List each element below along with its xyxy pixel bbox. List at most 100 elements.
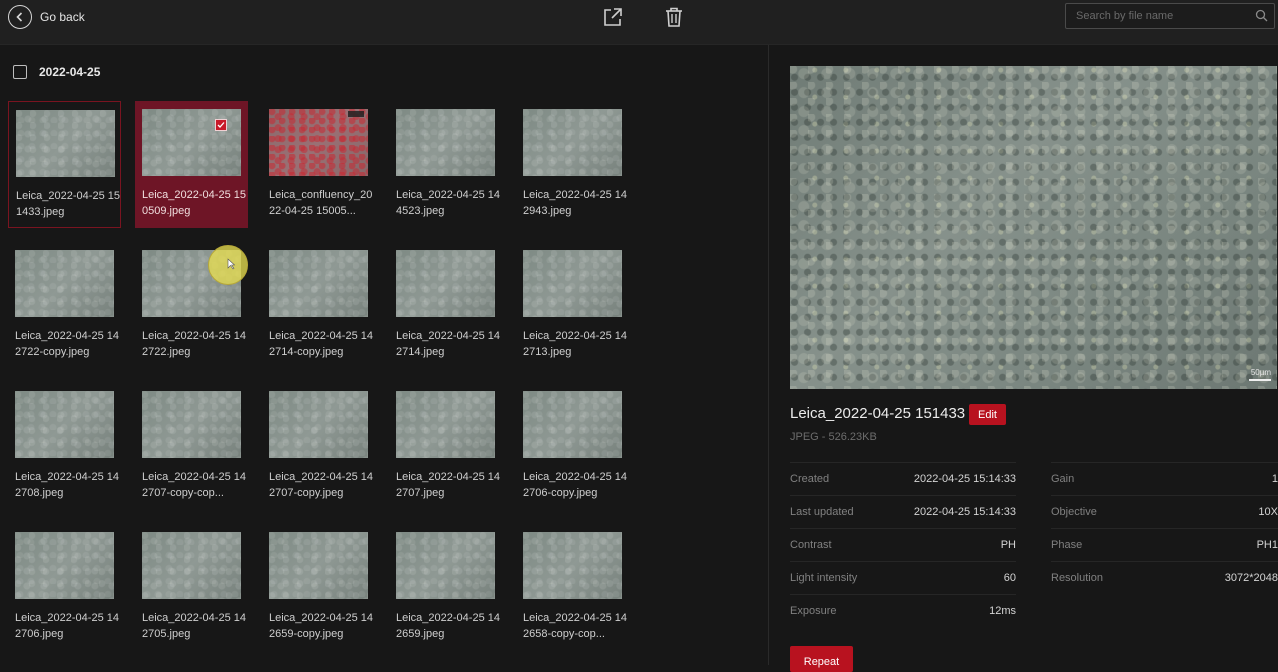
thumbnail-image	[16, 110, 115, 177]
property-row: Contrast PH	[790, 528, 1016, 561]
thumbnail-tile[interactable]: Leica_2022-04-25 142708.jpeg	[8, 383, 121, 510]
thumbnail-badge	[348, 111, 364, 117]
search-input[interactable]	[1066, 4, 1266, 28]
thumbnail-filename: Leica_2022-04-25 144523.jpeg	[396, 189, 500, 217]
thumbnail-image	[396, 109, 495, 176]
repeat-button[interactable]: Repeat	[790, 646, 853, 672]
tile-checkbox-checked[interactable]	[215, 119, 227, 131]
thumbnail-tile[interactable]: Leica_2022-04-25 142943.jpeg	[516, 101, 629, 228]
property-row: Last updated 2022-04-25 15:14:33	[790, 495, 1016, 528]
thumbnail-image	[142, 391, 241, 458]
thumbnail-filename: Leica_2022-04-25 142707.jpeg	[396, 471, 500, 499]
thumbnail-tile[interactable]: Leica_2022-04-25 144523.jpeg	[389, 101, 502, 228]
thumbnail-filename: Leica_2022-04-25 142707-copy-cop...	[142, 471, 246, 499]
date-group-label: 2022-04-25	[39, 65, 101, 79]
thumbnail-tile[interactable]: Leica_2022-04-25 142658-copy-cop...	[516, 524, 629, 651]
thumbnail-filename: Leica_confluency_2022-04-25 15005...	[269, 189, 373, 217]
property-key: Exposure	[790, 605, 837, 617]
property-row: Gain 1	[1051, 462, 1278, 495]
go-back-button[interactable]: Go back	[8, 4, 85, 30]
thumbnail-grid: Leica_2022-04-25 151433.jpeg Leica_2022-0…	[8, 101, 628, 661]
thumbnail-filename: Leica_2022-04-25 142707-copy.jpeg	[269, 471, 373, 499]
thumbnail-image	[396, 250, 495, 317]
thumbnail-filename: Leica_2022-04-25 142705.jpeg	[142, 612, 246, 640]
property-value: 2022-04-25 15:14:33	[913, 506, 1016, 518]
image-preview[interactable]: 50µm	[790, 66, 1277, 389]
search-box	[1065, 3, 1275, 29]
thumbnail-filename: Leica_2022-04-25 142659-copy.jpeg	[269, 612, 373, 640]
property-value: 1	[1271, 473, 1278, 485]
property-value: 3072*2048	[1224, 572, 1278, 584]
thumbnail-image	[269, 250, 368, 317]
thumbnail-filename: Leica_2022-04-25 142943.jpeg	[523, 189, 627, 217]
property-key: Light intensity	[790, 572, 858, 584]
thumbnail-filename: Leica_2022-04-25 142722-copy.jpeg	[15, 330, 119, 358]
thumbnail-tile[interactable]: Leica_2022-04-25 142707-copy.jpeg	[262, 383, 375, 510]
property-key: Objective	[1051, 506, 1097, 518]
scale-label: 50µm	[1250, 368, 1271, 377]
thumbnail-image	[396, 532, 495, 599]
property-row: Light intensity 60	[790, 561, 1016, 594]
scale-bar	[1249, 379, 1271, 381]
back-arrow-icon	[8, 5, 32, 29]
trash-icon[interactable]	[663, 6, 685, 28]
thumbnail-image	[523, 109, 622, 176]
property-row: Phase PH1	[1051, 528, 1278, 561]
property-row: Exposure 12ms	[790, 594, 1016, 627]
thumbnail-tile[interactable]: Leica_2022-04-25 142706-copy.jpeg	[516, 383, 629, 510]
thumbnail-tile[interactable]: Leica_2022-04-25 142706.jpeg	[8, 524, 121, 651]
thumbnail-image	[15, 250, 114, 317]
search-icon[interactable]	[1255, 9, 1268, 27]
property-key: Resolution	[1051, 572, 1103, 584]
thumbnail-filename: Leica_2022-04-25 142708.jpeg	[15, 471, 119, 499]
thumbnail-image	[15, 532, 114, 599]
thumbnail-tile[interactable]: Leica_2022-04-25 142714.jpeg	[389, 242, 502, 369]
property-value: 10X	[1258, 506, 1278, 518]
thumbnail-tile[interactable]: Leica_2022-04-25 142707.jpeg	[389, 383, 502, 510]
export-icon[interactable]	[602, 6, 624, 28]
thumbnail-tile[interactable]: Leica_2022-04-25 142705.jpeg	[135, 524, 248, 651]
property-key: Contrast	[790, 539, 832, 551]
thumbnail-filename: Leica_2022-04-25 151433.jpeg	[16, 190, 120, 218]
property-value: PH	[1000, 539, 1016, 551]
go-back-label: Go back	[40, 10, 85, 24]
thumbnail-filename: Leica_2022-04-25 142714-copy.jpeg	[269, 330, 373, 358]
property-row: Resolution 3072*2048	[1051, 561, 1278, 594]
thumbnail-tile[interactable]: Leica_2022-04-25 142659.jpeg	[389, 524, 502, 651]
thumbnail-image	[269, 532, 368, 599]
thumbnail-filename: Leica_2022-04-25 142706.jpeg	[15, 612, 119, 640]
thumbnail-filename: Leica_2022-04-25 142659.jpeg	[396, 612, 500, 640]
property-key: Created	[790, 473, 830, 485]
thumbnail-filename: Leica_2022-04-25 142714.jpeg	[396, 330, 500, 358]
thumbnail-image	[396, 391, 495, 458]
top-bar: Go back	[0, 0, 1278, 45]
property-value: PH1	[1256, 539, 1278, 551]
thumbnail-image	[269, 109, 368, 176]
thumbnail-tile[interactable]: Leica_2022-04-25 142714-copy.jpeg	[262, 242, 375, 369]
thumbnail-image	[15, 391, 114, 458]
property-row: Objective 10X	[1051, 495, 1278, 528]
property-value: 60	[1003, 572, 1016, 584]
thumbnail-image	[142, 532, 241, 599]
property-value: 2022-04-25 15:14:33	[913, 473, 1016, 485]
thumbnail-tile[interactable]: Leica_2022-04-25 142722-copy.jpeg	[8, 242, 121, 369]
mouse-pointer-icon	[227, 258, 235, 270]
thumbnail-filename: Leica_2022-04-25 142658-copy-cop...	[523, 612, 627, 640]
property-value: 12ms	[989, 605, 1016, 617]
thumbnail-tile[interactable]: Leica_2022-04-25 142713.jpeg	[516, 242, 629, 369]
edit-button[interactable]: Edit	[969, 404, 1006, 425]
thumbnail-tile[interactable]: Leica_2022-04-25 151433.jpeg	[8, 101, 121, 228]
thumbnail-tile[interactable]: Leica_2022-04-25 142707-copy-cop...	[135, 383, 248, 510]
thumbnail-tile[interactable]: Leica_confluency_2022-04-25 15005...	[262, 101, 375, 228]
property-key: Phase	[1051, 539, 1083, 551]
select-all-checkbox[interactable]	[13, 65, 27, 79]
file-meta: JPEG - 526.23KB	[790, 431, 877, 443]
file-title: Leica_2022-04-25 151433	[790, 405, 966, 422]
thumbnail-filename: Leica_2022-04-25 142713.jpeg	[523, 330, 627, 358]
thumbnail-image	[523, 532, 622, 599]
thumbnail-tile[interactable]: Leica_2022-04-25 150509.jpeg	[135, 101, 248, 228]
thumbnail-tile[interactable]: Leica_2022-04-25 142659-copy.jpeg	[262, 524, 375, 651]
thumbnail-image	[523, 250, 622, 317]
gallery-panel: 2022-04-25 Leica_2022-04-25 151433.jpeg L…	[0, 45, 768, 665]
thumbnail-image	[269, 391, 368, 458]
